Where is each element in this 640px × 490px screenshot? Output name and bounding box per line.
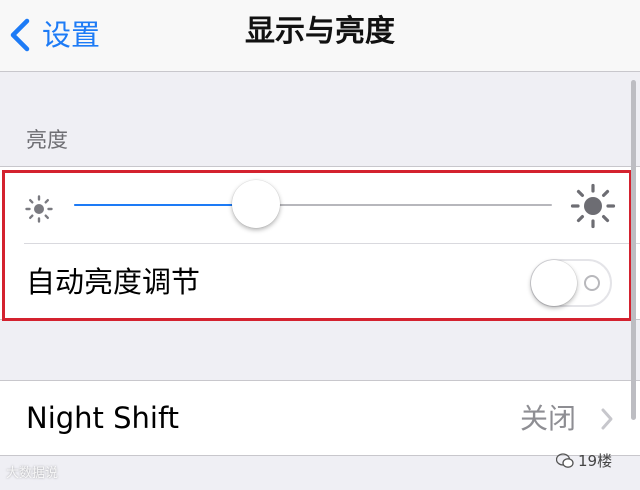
brightness-slider-fill	[74, 204, 256, 206]
brightness-slider-thumb[interactable]	[232, 180, 280, 228]
brightness-slider[interactable]	[74, 180, 552, 228]
auto-brightness-row: 自动亮度调节	[0, 244, 640, 321]
page-title: 显示与亮度	[245, 14, 395, 49]
night-shift-label: Night Shift	[26, 401, 180, 435]
auto-brightness-toggle[interactable]	[530, 259, 612, 307]
chevron-right-icon	[601, 408, 613, 430]
night-shift-row[interactable]: Night Shift 关闭	[0, 380, 640, 456]
brightness-group: 自动亮度调节	[0, 166, 640, 320]
night-shift-value: 关闭	[520, 402, 577, 435]
toggle-off-indicator	[584, 275, 600, 291]
sun-small-icon	[25, 195, 53, 223]
navigation-bar: 设置 显示与亮度	[0, 0, 640, 72]
sun-large-icon	[570, 183, 616, 229]
watermark-right: 19楼	[578, 452, 613, 470]
wechat-icon	[556, 453, 574, 468]
brightness-slider-row	[0, 167, 640, 243]
section-header-brightness: 亮度	[26, 128, 68, 152]
toggle-knob	[531, 260, 577, 306]
auto-brightness-label: 自动亮度调节	[26, 265, 201, 299]
watermark-left: 大数据说	[6, 466, 59, 481]
scroll-indicator[interactable]	[631, 80, 636, 420]
